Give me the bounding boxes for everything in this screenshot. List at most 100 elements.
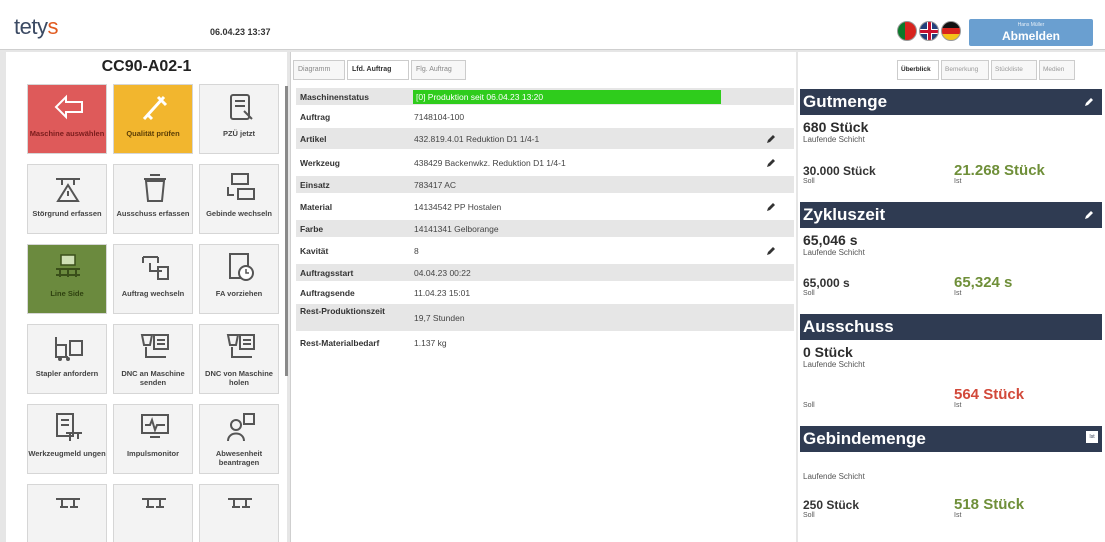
- logo-main-text: tety: [14, 14, 48, 39]
- detail-value: 1.137 kg: [414, 338, 447, 348]
- action-tile-gebinde-wechseln[interactable]: Gebinde wechseln: [199, 164, 279, 234]
- portugal-flag-icon[interactable]: [897, 21, 917, 41]
- gutmenge-ist-value: 21.268 Stück: [954, 162, 1045, 179]
- zykluszeit-ist-label: Ist: [954, 290, 962, 297]
- action-tile-auftrag-wechseln[interactable]: Auftrag wechseln: [113, 244, 193, 314]
- gutmenge-soll-value: 30.000 Stück: [803, 164, 876, 178]
- dnc-fetch-icon: [226, 334, 255, 358]
- edit-pencil-icon[interactable]: [765, 201, 777, 213]
- action-sidebar: CC90-A02-1 Maschine auswählen Qualität pr…: [6, 52, 288, 542]
- edit-pencil-icon[interactable]: [1083, 96, 1095, 108]
- action-tile-label: Qualität prüfen: [126, 129, 180, 138]
- action-tile-label: Line Side: [50, 289, 84, 298]
- action-tile-label: Ausschuss erfassen: [116, 209, 190, 218]
- kpi-panel: Überblick Bemerkung Stückliste Medien Gu…: [798, 52, 1105, 542]
- detail-key: Maschinenstatus: [300, 92, 369, 102]
- zykluszeit-header: Zykluszeit: [800, 202, 1102, 228]
- zykluszeit-ist-value: 65,324 s: [954, 274, 1013, 291]
- machine-warning-icon: [56, 178, 80, 202]
- machine-icon: [56, 498, 80, 508]
- ausschuss-shift-label: Laufende Schicht: [803, 360, 865, 369]
- machine-status-value: [0] Produktion seit 06.04.23 13:20: [413, 90, 721, 104]
- detail-value: 19,7 Stunden: [414, 313, 465, 323]
- action-tile-label: DNC von Maschine holen: [205, 369, 273, 387]
- germany-flag-icon[interactable]: [941, 21, 961, 41]
- logout-button[interactable]: Hans Müller Abmelden: [969, 19, 1093, 46]
- action-tile-werkzeugmeld-ungen[interactable]: Werkzeugmeld ungen: [27, 404, 107, 474]
- detail-key: Einsatz: [300, 180, 330, 190]
- action-tile-stapler-anfordern[interactable]: Stapler anfordern: [27, 324, 107, 394]
- detail-value: 432.819.4.01 Reduktion D1 1/4-1: [414, 134, 540, 144]
- detail-key: Rest-Materialbedarf: [300, 338, 380, 348]
- zykluszeit-soll-value: 65,000 s: [803, 276, 850, 290]
- action-tile-label: Maschine auswählen: [29, 129, 105, 138]
- zykluszeit-title: Zykluszeit: [803, 205, 886, 224]
- tab-lfd-auftrag[interactable]: Lfd. Auftrag: [347, 60, 409, 80]
- action-tile-störgrund-erfassen[interactable]: Störgrund erfassen: [27, 164, 107, 234]
- detail-key: Artikel: [300, 134, 327, 144]
- tab-bemerkung[interactable]: Bemerkung: [941, 60, 989, 80]
- gebindemenge-header: Gebindemenge Ist: [800, 426, 1102, 452]
- gutmenge-soll-label: Soll: [803, 178, 815, 185]
- action-tile-item-16[interactable]: [113, 484, 193, 542]
- action-tile-label: Abwesenheit beantragen: [215, 449, 263, 467]
- edit-pencil-icon[interactable]: [765, 133, 777, 145]
- action-tile-item-15[interactable]: [27, 484, 107, 542]
- logo-accent-text: s: [47, 14, 58, 39]
- detail-key: Auftragsstart: [300, 268, 354, 278]
- detail-row-kavität: Kavität 8: [296, 240, 794, 262]
- tab-ueberblick[interactable]: Überblick: [897, 60, 939, 80]
- action-tile-label: Impulsmonitor: [126, 449, 180, 458]
- tab-diagramm[interactable]: Diagramm: [293, 60, 345, 80]
- action-tile-abwesenheit-beantragen[interactable]: Abwesenheit beantragen: [199, 404, 279, 474]
- detail-row-material: Material 14134542 PP Hostalen: [296, 196, 794, 218]
- edit-pencil-icon[interactable]: [1083, 209, 1095, 221]
- action-tile-impulsmonitor[interactable]: Impulsmonitor: [113, 404, 193, 474]
- user-name: Hans Müller: [1017, 22, 1045, 28]
- tool-report-icon: [56, 413, 82, 441]
- gutmenge-shift-label: Laufende Schicht: [803, 135, 865, 144]
- detail-row-maschinenstatus: Maschinenstatus [0] Produktion seit 06.04…: [296, 88, 794, 106]
- detail-key: Rest-Produktionszeit: [300, 306, 386, 316]
- action-tile-qualität-prüfen[interactable]: Qualität prüfen: [113, 84, 193, 154]
- edit-pencil-icon[interactable]: [765, 157, 777, 169]
- tab-stueckliste[interactable]: Stückliste: [991, 60, 1037, 80]
- action-tile-label: Stapler anfordern: [35, 369, 99, 378]
- detail-row-auftragsende: Auftragsende 11.04.23 15:01: [296, 284, 794, 302]
- gebindemenge-soll-value: 250 Stück: [803, 498, 860, 512]
- machine-icon: [228, 498, 252, 508]
- detail-value: 438429 Backenwkz. Reduktion D1 1/4-1: [414, 158, 566, 168]
- gutmenge-ist-label: Ist: [954, 178, 962, 185]
- action-tile-ausschuss-erfassen[interactable]: Ausschuss erfassen: [113, 164, 193, 234]
- edit-pencil-icon[interactable]: [765, 245, 777, 257]
- gebindemenge-badge[interactable]: Ist: [1086, 431, 1098, 443]
- action-tile-label: FA vorziehen: [215, 289, 263, 298]
- top-bar: tetys 06.04.23 13:37 Hans Müller Abmelde…: [0, 0, 1105, 50]
- ausschuss-shift-value: 0 Stück: [803, 344, 853, 360]
- detail-row-werkzeug: Werkzeug 438429 Backenwkz. Reduktion D1 1…: [296, 152, 794, 174]
- order-swap-icon: [142, 256, 169, 280]
- action-tile-maschine-auswählen[interactable]: Maschine auswählen: [27, 84, 107, 154]
- app-window: tetys 06.04.23 13:37 Hans Müller Abmelde…: [0, 0, 1105, 542]
- uk-flag-icon[interactable]: [919, 21, 939, 41]
- action-tile-label: Gebinde wechseln: [206, 209, 272, 218]
- tab-medien[interactable]: Medien: [1039, 60, 1075, 80]
- action-tile-dnc-an-maschine-senden[interactable]: DNC an Maschine senden: [113, 324, 193, 394]
- detail-value: 8: [414, 246, 419, 256]
- detail-row-auftrag: Auftrag 7148104-100: [296, 108, 794, 126]
- action-tile-label: DNC an Maschine senden: [121, 369, 185, 387]
- action-tile-pzü-jetzt[interactable]: PZÜ jetzt: [199, 84, 279, 154]
- action-tile-dnc-von-maschine-holen[interactable]: DNC von Maschine holen: [199, 324, 279, 394]
- tab-flg-auftrag[interactable]: Flg. Auftrag: [411, 60, 466, 80]
- action-tile-line-side[interactable]: Line Side: [27, 244, 107, 314]
- detail-row-rest-materialbedarf: Rest-Materialbedarf 1.137 kg: [296, 334, 794, 352]
- gebindemenge-ist-label: Ist: [954, 512, 962, 519]
- sidebar-scrollbar[interactable]: [285, 86, 288, 376]
- detail-value: 7148104-100: [414, 112, 465, 122]
- zykluszeit-shift-value: 65,046 s: [803, 232, 858, 248]
- caliper-icon: [142, 95, 168, 121]
- action-tile-item-17[interactable]: [199, 484, 279, 542]
- action-tile-fa-vorziehen[interactable]: FA vorziehen: [199, 244, 279, 314]
- gebindemenge-soll-label: Soll: [803, 512, 815, 519]
- zykluszeit-shift-label: Laufende Schicht: [803, 248, 865, 257]
